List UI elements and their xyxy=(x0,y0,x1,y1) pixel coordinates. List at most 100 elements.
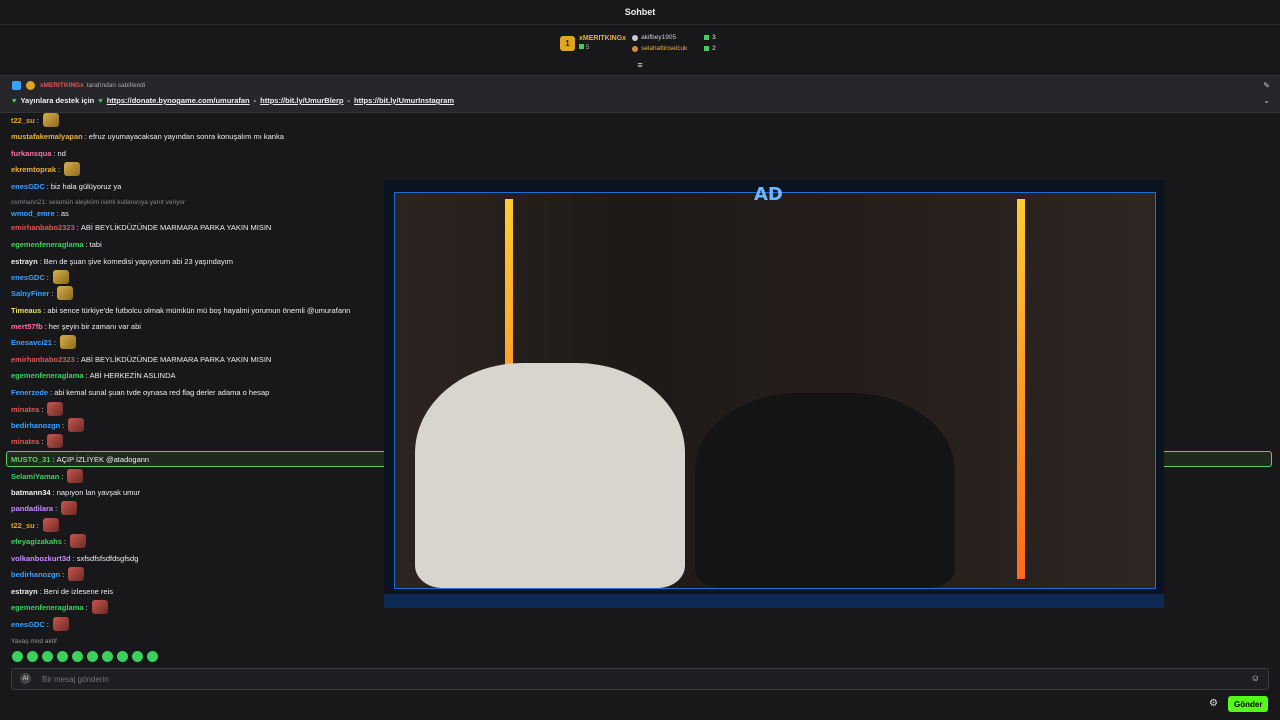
chat-username[interactable]: mert57fb xyxy=(11,322,43,331)
leaderboard-second-score: 3 xyxy=(712,34,716,41)
chat-username[interactable]: bedirhanozgn xyxy=(11,421,60,430)
chat-username[interactable]: t22_su xyxy=(11,116,35,125)
leaderboard-second[interactable]: akifbey1905 3 xyxy=(632,34,716,41)
chat-text: as xyxy=(60,208,69,218)
gift-badge-icon xyxy=(26,81,35,90)
bronze-medal-icon xyxy=(632,45,639,52)
chevron-down-icon[interactable]: ⌄ xyxy=(1263,96,1270,105)
emote-button[interactable] xyxy=(27,651,38,662)
chat-message: ekremtoprak: xyxy=(11,162,81,176)
chat-username[interactable]: estrayn xyxy=(11,257,38,266)
chat-username[interactable]: MUSTO_31 xyxy=(11,455,50,464)
chat-username[interactable]: pandadilara xyxy=(11,504,53,513)
chat-text: abi sence türkiye'de futbolcu olmak mümk… xyxy=(47,305,351,315)
chat-username[interactable]: Timeaus xyxy=(11,306,41,315)
silver-medal-icon xyxy=(632,34,639,41)
emote-icon xyxy=(61,501,78,515)
pinned-body: ♥ Yayınlara destek için ♥ https://donate… xyxy=(12,96,454,105)
username-colon: : xyxy=(85,602,88,612)
blerp-link[interactable]: https://bit.ly/UmurBlerp xyxy=(260,96,343,105)
emote-icon xyxy=(42,518,59,532)
emote-button[interactable] xyxy=(57,651,68,662)
username-colon: : xyxy=(41,404,44,414)
emote-button[interactable] xyxy=(147,651,158,662)
gem-icon xyxy=(704,46,710,51)
username-colon: : xyxy=(61,471,64,481)
chat-username[interactable]: minatea xyxy=(11,405,39,414)
emote-button[interactable] xyxy=(132,651,143,662)
chat-username[interactable]: bedirhanozgn xyxy=(11,570,60,579)
emoji-picker-icon[interactable]: ☺ xyxy=(1251,673,1260,683)
emote-button[interactable] xyxy=(102,651,113,662)
chat-username[interactable]: estrayn xyxy=(11,587,38,596)
stream-video-frame xyxy=(394,192,1156,589)
emote-button[interactable] xyxy=(117,651,128,662)
chat-username[interactable]: Enesavci21 xyxy=(11,338,52,347)
chat-message: batmann34: napıyon lan yavşak umur xyxy=(11,485,140,499)
username-colon: : xyxy=(76,222,79,232)
chat-text: napıyon lan yavşak umur xyxy=(56,487,141,497)
user-avatar-icon: AI xyxy=(20,673,31,684)
chat-username[interactable]: egemenfeneraglama xyxy=(11,603,84,612)
username-colon: : xyxy=(62,420,65,430)
stream-video-overlay[interactable]: AD xyxy=(384,180,1164,608)
chat-username[interactable]: enesGDC xyxy=(11,273,45,282)
username-colon: : xyxy=(52,454,55,464)
message-input-box[interactable]: AI ☺ xyxy=(11,668,1269,690)
instagram-link[interactable]: https://bit.ly/UmurInstagram xyxy=(354,96,454,105)
chat-username[interactable]: efeyagizakahs xyxy=(11,537,62,546)
collapse-leaderboard-icon[interactable]: ≡ xyxy=(635,60,645,70)
username-colon: : xyxy=(85,370,88,380)
chat-username[interactable]: t22_su xyxy=(11,521,35,530)
chat-username[interactable]: mustafakemalyapan xyxy=(11,132,83,141)
send-button[interactable]: Gönder xyxy=(1228,696,1268,712)
username-colon: : xyxy=(63,536,66,546)
chat-message: Timeaus: abi sence türkiye'de futbolcu ol… xyxy=(11,303,350,317)
chat-username[interactable]: emirhanbabo2323 xyxy=(11,223,75,232)
chat-username[interactable]: Fenerzede xyxy=(11,388,48,397)
emote-icon xyxy=(91,600,108,614)
chat-username[interactable]: volkanbozkurt3d xyxy=(11,554,71,563)
chat-username[interactable]: egemenfeneraglama xyxy=(11,240,84,249)
leaderboard-first-name: xMERITKINGx xyxy=(579,35,627,42)
verified-badge-icon xyxy=(12,81,21,90)
chat-text: her şeyin bir zamanı var abi xyxy=(48,321,141,331)
leaderboard-third[interactable]: selahattinselcuk 2 xyxy=(632,45,716,52)
chat-title: Sohbet xyxy=(624,7,656,17)
settings-gear-icon[interactable]: ⚙ xyxy=(1209,698,1218,709)
leaderboard-first[interactable]: 1 xMERITKINGx 5 xyxy=(560,35,626,51)
chat-message: bedirhanozgn: xyxy=(11,418,85,432)
chat-username[interactable]: ekremtoprak xyxy=(11,165,56,174)
chat-username[interactable]: SalnyFiner xyxy=(11,289,49,298)
chat-username[interactable]: egemenfeneraglama xyxy=(11,371,84,380)
emote-icon xyxy=(57,286,74,300)
chat-username[interactable]: emirhanbabo2323 xyxy=(11,355,75,364)
pinned-author[interactable]: xMERITKINGx xyxy=(40,82,84,89)
emote-button[interactable] xyxy=(12,651,23,662)
chat-message: enesGDC: biz hala gülüyoruz ya xyxy=(11,179,121,193)
streamer-right xyxy=(695,393,955,588)
chat-username[interactable]: furkansqua xyxy=(11,149,51,158)
chat-message: Fenerzede: abi kemal sunal şuan tvde oyna… xyxy=(11,385,269,399)
message-input[interactable] xyxy=(40,673,1234,685)
emote-button[interactable] xyxy=(72,651,83,662)
chat-username[interactable]: enesGDC xyxy=(11,620,45,629)
username-colon: : xyxy=(36,520,39,530)
chat-username[interactable]: SelamiYaman xyxy=(11,472,59,481)
gift-leaderboard: 1 xMERITKINGx 5 akifbey1905 3 selahattin… xyxy=(560,28,716,58)
chat-username[interactable]: batmann34 xyxy=(11,488,51,497)
chat-username[interactable]: enesGDC xyxy=(11,182,45,191)
emote-button[interactable] xyxy=(87,651,98,662)
chat-message: mustafakemalyapan: efruz uyumayacaksan ya… xyxy=(11,129,284,143)
chat-text: nd xyxy=(57,148,66,158)
chat-message: enesGDC: xyxy=(11,270,69,284)
chat-message: SalnyFiner: xyxy=(11,286,74,300)
chat-username[interactable]: minatea xyxy=(11,437,39,446)
donate-link[interactable]: https://donate.bynogame.com/umurafan xyxy=(107,96,250,105)
unpin-icon[interactable]: ✎ xyxy=(1263,81,1270,90)
chat-text: ABİ BEYLİKDÜZÜNDE MARMARA PARKA YAKIN MI… xyxy=(80,222,272,232)
emote-button[interactable] xyxy=(42,651,53,662)
chat-username[interactable]: wmod_emre xyxy=(11,209,55,218)
username-colon: : xyxy=(39,586,42,596)
emote-icon xyxy=(64,162,81,176)
